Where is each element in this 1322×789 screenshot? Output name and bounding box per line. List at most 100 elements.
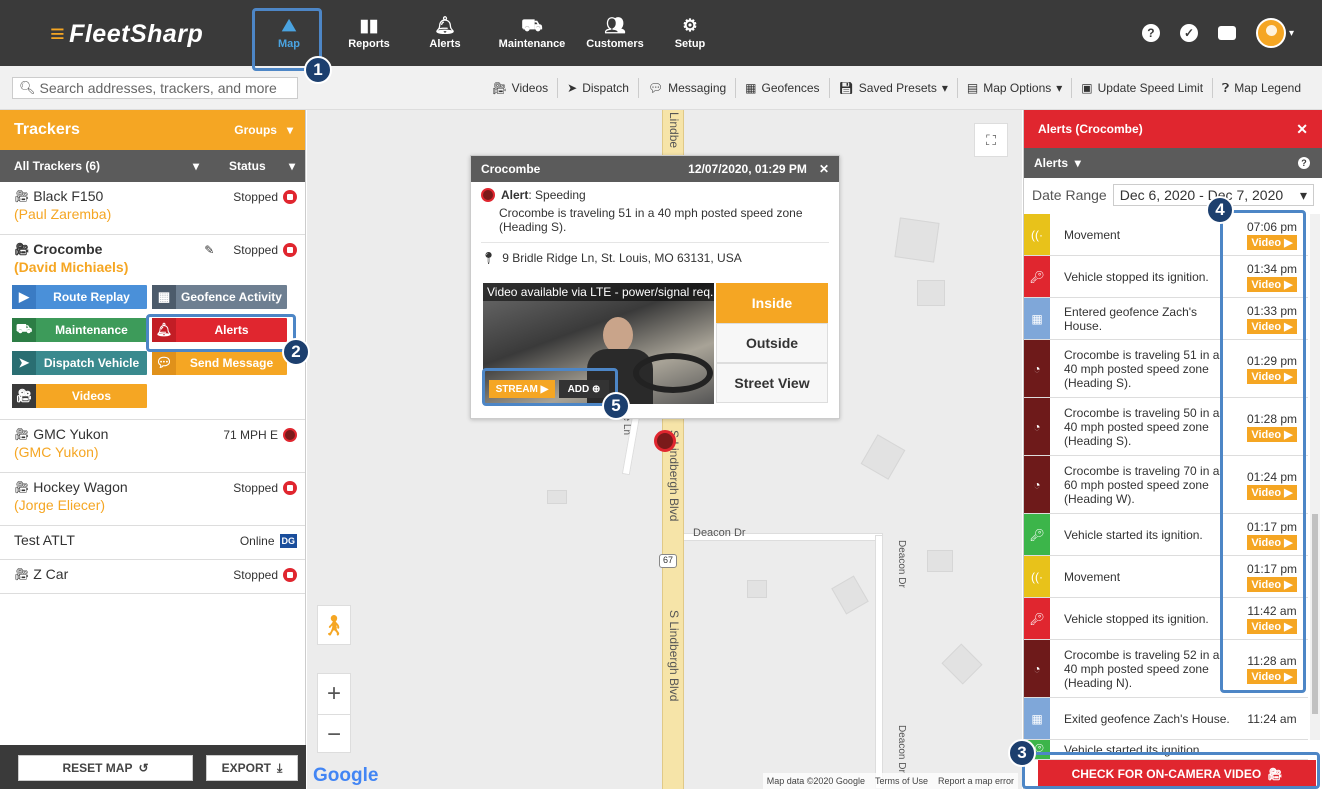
map-building: [547, 490, 567, 504]
alert-description: Crocombe is traveling 51 in a 40 mph pos…: [499, 206, 803, 234]
nav-setup[interactable]: ⚙ Setup: [668, 14, 712, 58]
video-camera-icon: 🎥︎: [491, 81, 507, 95]
avatar: [1255, 18, 1286, 48]
groups-label: Groups: [234, 123, 277, 137]
video-camera-icon: 🎥︎: [12, 384, 36, 408]
report-error-link[interactable]: Report a map error: [938, 776, 1014, 786]
alerts-dropdown[interactable]: Alerts ▾: [1034, 156, 1081, 170]
fence-icon: ▦: [152, 285, 176, 309]
alert-row[interactable]: ▦ Exited geofence Zach's House. 11:24 am: [1024, 698, 1308, 740]
groups-dropdown[interactable]: Groups ▾: [234, 123, 293, 137]
zoom-in-button[interactable]: +: [318, 674, 350, 714]
caret-down-icon: ▾: [286, 123, 293, 137]
tracker-row[interactable]: 🎥︎ GMC Yukon (GMC Yukon) 71 MPH E: [0, 420, 305, 473]
status-dropdown[interactable]: Status ▾: [229, 159, 295, 173]
speeding-icon: [481, 188, 495, 202]
alerts-scrollbar[interactable]: [1310, 214, 1320, 740]
speed-sign-icon: ▣: [1081, 81, 1093, 95]
paper-plane-icon: ➤: [567, 81, 578, 95]
maintenance-button[interactable]: ⛟ Maintenance: [12, 318, 147, 342]
callout-badge-5: 5: [602, 392, 630, 420]
map-legend-tool[interactable]: ❓︎ Map Legend: [1212, 78, 1310, 98]
tracker-row[interactable]: 🎥︎ Z Car Stopped: [0, 560, 305, 594]
messaging-tool[interactable]: 💬︎ Messaging: [637, 78, 735, 98]
search-input[interactable]: [39, 80, 295, 96]
dispatch-tool[interactable]: ➤ Dispatch: [557, 78, 638, 98]
route-replay-button[interactable]: ▶ Route Replay: [12, 285, 147, 309]
user-menu[interactable]: ▾: [1255, 18, 1294, 48]
pencil-icon[interactable]: ✎: [204, 243, 214, 257]
tool-label: Messaging: [668, 81, 727, 95]
fullscreen-icon[interactable]: ⛶: [974, 123, 1008, 157]
vehicle-location-pin[interactable]: [654, 430, 676, 452]
zoom-control: + −: [317, 673, 351, 753]
speed-icon: ◔: [1024, 640, 1050, 697]
tracker-row[interactable]: 🎥︎ Black F150 (Paul Zaremba) Stopped: [0, 182, 305, 235]
chat-icon[interactable]: [1217, 26, 1236, 40]
ignition-on-icon: 🔑︎: [1024, 514, 1050, 555]
fleetsharp-logo[interactable]: ≡ FleetSharp: [50, 20, 203, 49]
map-building: [927, 550, 953, 572]
reset-map-button[interactable]: RESET MAP ↺: [18, 755, 193, 781]
all-trackers-dropdown[interactable]: All Trackers (6) ▾: [14, 159, 229, 173]
export-button[interactable]: EXPORT ⤓: [206, 755, 298, 781]
saved-presets-tool[interactable]: 💾︎ Saved Presets ▾: [828, 78, 957, 98]
inside-view-button[interactable]: Inside: [716, 283, 828, 323]
geofences-tool[interactable]: ▦ Geofences: [735, 78, 828, 98]
video-camera-icon: 🎥︎: [14, 480, 30, 494]
nav-customers[interactable]: 👥︎ Customers: [584, 14, 646, 58]
geofence-activity-button[interactable]: ▦ Geofence Activity: [152, 285, 287, 309]
caret-down-icon: ▾: [192, 159, 199, 173]
update-speed-limit-tool[interactable]: ▣ Update Speed Limit: [1071, 78, 1212, 98]
caret-down-icon: ▾: [1299, 186, 1307, 203]
geofence-icon: ▦: [1024, 298, 1050, 339]
alert-time-cell: 11:24 am: [1236, 698, 1308, 739]
nav-label: Maintenance: [498, 38, 566, 50]
road-label: Deacon Dr: [693, 527, 746, 539]
toolbar-tools: 🎥︎ Videos ➤ Dispatch 💬︎ Messaging ▦ Geofence…: [482, 77, 1310, 99]
street-view-pegman-icon[interactable]: 🚶︎: [317, 605, 351, 645]
alert-text: Vehicle stopped its ignition.: [1064, 611, 1209, 626]
tracker-status: Stopped: [233, 190, 278, 204]
nav-maintenance[interactable]: ⛟ Maintenance: [495, 14, 569, 58]
video-camera-icon: 🎥︎: [14, 242, 30, 256]
send-message-button[interactable]: 💬︎ Send Message: [152, 351, 287, 375]
trackers-title: Trackers: [14, 121, 80, 138]
speed-icon: ◔: [1024, 398, 1050, 455]
check-circle-icon[interactable]: ✓: [1179, 24, 1198, 42]
car-icon: ⛟: [12, 318, 36, 342]
video-camera-icon: 🎥︎: [14, 189, 30, 203]
tracker-row[interactable]: Test ATLT Online DG: [0, 526, 305, 560]
trackers-footer: RESET MAP ↺ EXPORT ⤓: [0, 745, 306, 789]
videos-button[interactable]: 🎥︎ Videos: [12, 384, 147, 408]
action-label: Videos: [71, 389, 112, 403]
nav-alerts[interactable]: 🔔︎ Alerts: [420, 14, 470, 58]
map-building: [860, 434, 906, 480]
alerts-title: Alerts (Crocombe): [1038, 122, 1143, 136]
alert-text: Crocombe is traveling 50 in a 40 mph pos…: [1064, 405, 1220, 448]
terms-link[interactable]: Terms of Use: [875, 776, 928, 786]
stop-icon: [283, 243, 297, 257]
dispatch-vehicle-button[interactable]: ➤ Dispatch Vehicle: [12, 351, 147, 375]
view-switcher: Inside Outside Street View: [716, 283, 828, 403]
street-view-button[interactable]: Street View: [716, 363, 828, 403]
map-options-tool[interactable]: ▤ Map Options ▾: [956, 78, 1071, 98]
outside-view-button[interactable]: Outside: [716, 323, 828, 363]
tracker-row[interactable]: 🎥︎ Hockey Wagon (Jorge Eliecer) Stopped: [0, 473, 305, 526]
map-attribution: Map data ©2020 Google Terms of Use Repor…: [762, 773, 1018, 789]
zoom-out-button[interactable]: −: [318, 714, 350, 754]
trackers-subheader: All Trackers (6) ▾ Status ▾: [0, 150, 305, 182]
map-view[interactable]: Lindbe S Lindbergh Blvd S Lindbergh Blvd…: [307, 110, 1022, 789]
close-icon[interactable]: ✕: [819, 162, 829, 176]
address-text: 9 Bridle Ridge Ln, St. Louis, MO 63131, …: [502, 251, 742, 265]
nav-reports[interactable]: ▮▮ Reports: [338, 14, 400, 58]
scrollbar-thumb[interactable]: [1312, 514, 1318, 714]
search-icon: 🔍︎: [19, 80, 36, 95]
help-icon[interactable]: ?: [1141, 24, 1160, 42]
help-icon[interactable]: ?: [1298, 157, 1310, 169]
google-logo: Google: [313, 765, 379, 786]
tracker-name: Crocombe: [33, 241, 103, 257]
videos-tool[interactable]: 🎥︎ Videos: [482, 78, 557, 98]
close-icon[interactable]: ✕: [1296, 121, 1308, 138]
tracker-status: 71 MPH E: [223, 428, 278, 442]
